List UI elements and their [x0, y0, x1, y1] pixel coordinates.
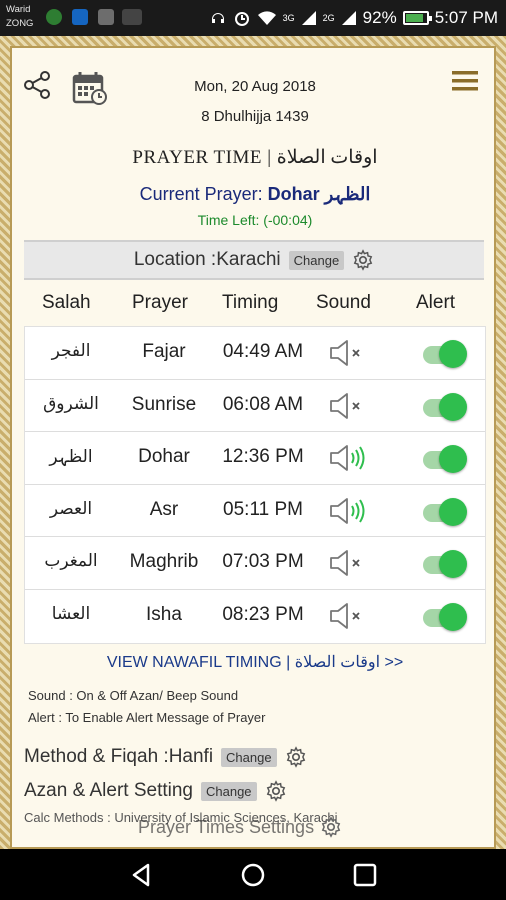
gear-icon[interactable] [265, 780, 287, 802]
recents-icon[interactable] [351, 861, 379, 889]
main-panel: Mon, 20 Aug 2018 8 Dhulhijja 1439 PRAYER… [10, 46, 496, 849]
change-azan-button[interactable]: Change [201, 781, 257, 801]
prayer-name: Sunrise [131, 393, 197, 415]
wifi-icon [257, 11, 276, 25]
salah-urdu: المغرب [44, 551, 98, 572]
header-sound: Sound [316, 292, 371, 313]
method-row: Method & Fiqah :Hanfi Change [24, 746, 307, 768]
method-label: Method & Fiqah :Hanfi [24, 746, 214, 767]
table-row: الفجر Fajar 04:49 AM [25, 327, 485, 380]
notification-app-icon [122, 9, 142, 25]
signal-1-label: 3G [282, 13, 295, 23]
carrier-1: Warid [6, 4, 31, 15]
alert-toggle[interactable] [419, 497, 469, 527]
current-prayer-label: Current Prayer: [139, 184, 263, 204]
salah-urdu: الشروق [43, 393, 99, 414]
prayer-name: Dohar [138, 446, 190, 468]
table-row: المغرب Maghrib 07:03 PM [25, 537, 485, 590]
header-alert: Alert [416, 292, 456, 313]
time-left: Time Left: (-00:04) [197, 212, 313, 228]
prayer-time: 06:08 AM [222, 393, 304, 415]
home-icon[interactable] [239, 861, 267, 889]
alert-toggle[interactable] [419, 602, 469, 632]
prayer-time: 08:23 PM [222, 603, 304, 625]
speaker-muted-icon[interactable] [327, 337, 367, 369]
gregorian-date: Mon, 20 Aug 2018 [194, 78, 316, 95]
toggle-knob [439, 392, 467, 421]
current-prayer: Current Prayer: Dohar الظہر [12, 184, 494, 205]
prayer-table: الفجر Fajar 04:49 AM الشروق Sunrise 06:08 AM ا… [24, 326, 486, 644]
signal-icon [301, 11, 316, 25]
salah-urdu: العصر [49, 498, 93, 519]
alert-toggle[interactable] [419, 392, 469, 422]
status-bar: Warid ZONG 3G 2G 92% 5:07 PM [0, 0, 506, 36]
change-location-button[interactable]: Change [288, 250, 345, 270]
prayer-name: Asr [149, 498, 179, 520]
prayer-name: Isha [146, 603, 182, 625]
notification-app-icon [46, 9, 62, 25]
alert-legend: Alert : To Enable Alert Message of Praye… [28, 710, 266, 725]
toggle-knob [439, 340, 467, 368]
prayer-time: 07:03 PM [222, 551, 304, 573]
location-label: Location :Karachi [133, 249, 281, 270]
header-timing: Timing [222, 292, 279, 313]
table-headers: Salah Prayer Timing Sound Alert [24, 292, 484, 320]
header-prayer: Prayer [132, 292, 188, 313]
notification-app-icon [72, 9, 88, 25]
prayer-name: Fajar [142, 341, 186, 362]
location-bar: Location :Karachi Change [24, 240, 484, 280]
prayer-time: 04:49 AM [222, 341, 304, 362]
prayer-time: 12:36 PM [222, 446, 304, 468]
toggle-knob [439, 497, 467, 526]
sound-legend: Sound : On & Off Azan/ Beep Sound [28, 688, 239, 703]
prayer-name: Maghrib [129, 551, 199, 573]
view-nawafil-link[interactable]: VIEW NAWAFIL TIMING | اوقات الصلاة >> [12, 652, 494, 672]
table-row: الشروق Sunrise 06:08 AM [25, 380, 485, 433]
gear-icon[interactable] [285, 746, 307, 768]
speaker-muted-icon[interactable] [327, 547, 367, 579]
notification-image-icon [98, 9, 114, 25]
alert-toggle[interactable] [419, 339, 469, 369]
speaker-muted-icon[interactable] [327, 600, 367, 632]
toggle-knob [439, 550, 467, 579]
speaker-on-icon[interactable] [327, 442, 367, 474]
navigation-bar [0, 849, 506, 900]
speaker-muted-icon[interactable] [327, 390, 367, 422]
carrier-labels: Warid ZONG [6, 3, 33, 31]
gear-icon[interactable] [352, 249, 374, 271]
salah-urdu: العشا [51, 603, 91, 624]
azan-label: Azan & Alert Setting [24, 780, 193, 801]
current-prayer-value: Dohar الظہر [267, 184, 371, 204]
prayer-time: 05:11 PM [223, 498, 303, 520]
toggle-knob [439, 445, 467, 474]
toggle-knob [439, 602, 467, 631]
headset-icon [211, 13, 224, 23]
salah-urdu: الفجر [51, 341, 91, 361]
gear-icon [321, 816, 341, 838]
alarm-icon [234, 12, 249, 26]
alert-toggle[interactable] [419, 549, 469, 579]
change-method-button[interactable]: Change [221, 747, 277, 767]
battery-icon [402, 11, 432, 25]
prayer-times-settings-label: Prayer Times Settings [138, 816, 315, 837]
alert-toggle[interactable] [419, 444, 469, 474]
status-right: 3G 2G 92% 5:07 PM [209, 6, 498, 30]
azan-row: Azan & Alert Setting Change [24, 780, 287, 802]
prayer-times-settings-button[interactable]: Prayer Times Settings [138, 816, 342, 838]
carrier-2: ZONG [6, 18, 34, 29]
hijri-date: 8 Dhulhijja 1439 [201, 108, 309, 125]
header-salah: Salah [42, 292, 91, 313]
salah-urdu: الظہر [49, 447, 93, 468]
table-row: العصر Asr 05:11 PM [25, 485, 485, 538]
table-row: العشا Isha 08:23 PM [25, 590, 485, 643]
page-title: PRAYER TIME | اوقات الصلاة [132, 147, 378, 168]
signal-2-label: 2G [322, 13, 335, 23]
table-row: الظہر Dohar 12:36 PM [25, 432, 485, 485]
back-icon[interactable] [128, 861, 156, 889]
battery-percent: 92% [362, 8, 397, 27]
clock: 5:07 PM [434, 8, 498, 27]
speaker-on-icon[interactable] [327, 495, 367, 527]
signal-icon [341, 11, 356, 25]
